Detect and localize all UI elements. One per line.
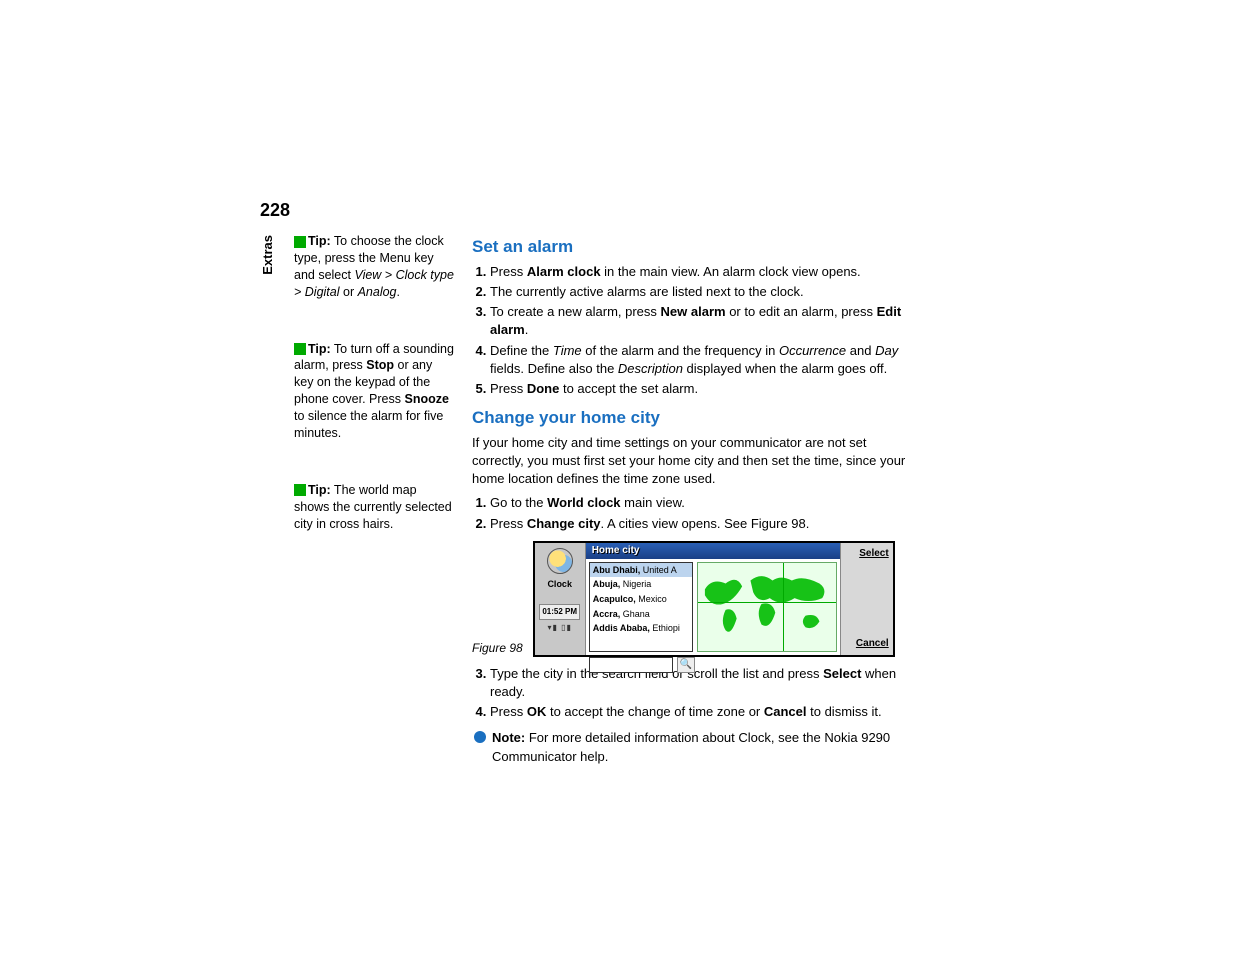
cancel-button[interactable]: Cancel	[856, 637, 889, 651]
heading-set-an-alarm: Set an alarm	[472, 235, 920, 259]
tip-world-map: Tip: The world map shows the currently s…	[294, 482, 454, 533]
device-left-pane: Clock 01:52 PM ▾▮ ▯▮	[535, 543, 586, 655]
step: Define the Time of the alarm and the fre…	[490, 342, 920, 378]
step: The currently active alarms are listed n…	[490, 283, 920, 301]
tip-clock-type: Tip: To choose the clock type, press the…	[294, 233, 454, 301]
crosshair-horizontal	[698, 602, 836, 603]
device-titlebar: Home city	[586, 543, 840, 559]
heading-change-home-city: Change your home city	[472, 406, 920, 430]
search-input[interactable]	[589, 657, 673, 673]
device-screenshot: Clock 01:52 PM ▾▮ ▯▮ Home city Abu Dhabi…	[533, 541, 895, 657]
main-column: Set an alarm Press Alarm clock in the ma…	[472, 233, 920, 766]
tip-icon	[294, 343, 306, 355]
step: Press Alarm clock in the main view. An a…	[490, 263, 920, 281]
tip-icon	[294, 484, 306, 496]
clock-label: Clock	[547, 578, 572, 591]
select-button[interactable]: Select	[859, 547, 888, 561]
list-item[interactable]: Acapulco, Mexico	[590, 592, 692, 607]
figure-wrap: Figure 98 Clock 01:52 PM ▾▮ ▯▮ Home city	[472, 541, 920, 657]
figure-label: Figure 98	[472, 640, 523, 657]
intro-paragraph: If your home city and time settings on y…	[472, 434, 920, 489]
list-item[interactable]: Abuja, Nigeria	[590, 577, 692, 592]
status-icons: ▾▮ ▯▮	[547, 622, 571, 633]
step: Go to the World clock main view.	[490, 494, 920, 512]
section-tab-label: Extras	[260, 235, 276, 275]
note: Note: For more detailed information abou…	[472, 729, 920, 765]
step: Press Done to accept the set alarm.	[490, 380, 920, 398]
device-time: 01:52 PM	[539, 604, 580, 619]
step: Press Change city. A cities view opens. …	[490, 515, 920, 533]
world-map[interactable]	[697, 562, 837, 652]
change-city-steps-1-2: Go to the World clock main view. Press C…	[472, 494, 920, 532]
list-item[interactable]: Addis Ababa, Ethiopi	[590, 621, 692, 636]
crosshair-vertical	[783, 563, 784, 651]
device-right-pane: Select Cancel	[841, 543, 893, 655]
page-number: 228	[260, 200, 920, 221]
tip-icon	[294, 236, 306, 248]
clock-icon	[547, 548, 573, 574]
tips-column: Tip: To choose the clock type, press the…	[294, 233, 454, 766]
city-list[interactable]: Abu Dhabi, United A Abuja, Nigeria Acapu…	[589, 562, 693, 652]
step: Press OK to accept the change of time zo…	[490, 703, 920, 721]
step: To create a new alarm, press New alarm o…	[490, 303, 920, 339]
device-main-pane: Home city Abu Dhabi, United A Abuja, Nig…	[586, 543, 841, 655]
set-alarm-steps: Press Alarm clock in the main view. An a…	[472, 263, 920, 398]
list-item[interactable]: Accra, Ghana	[590, 607, 692, 622]
search-icon[interactable]: 🔍	[677, 657, 695, 673]
note-icon	[474, 731, 486, 743]
tip-turn-off-alarm: Tip: To turn off a sounding alarm, press…	[294, 341, 454, 442]
list-item[interactable]: Abu Dhabi, United A	[590, 563, 692, 578]
